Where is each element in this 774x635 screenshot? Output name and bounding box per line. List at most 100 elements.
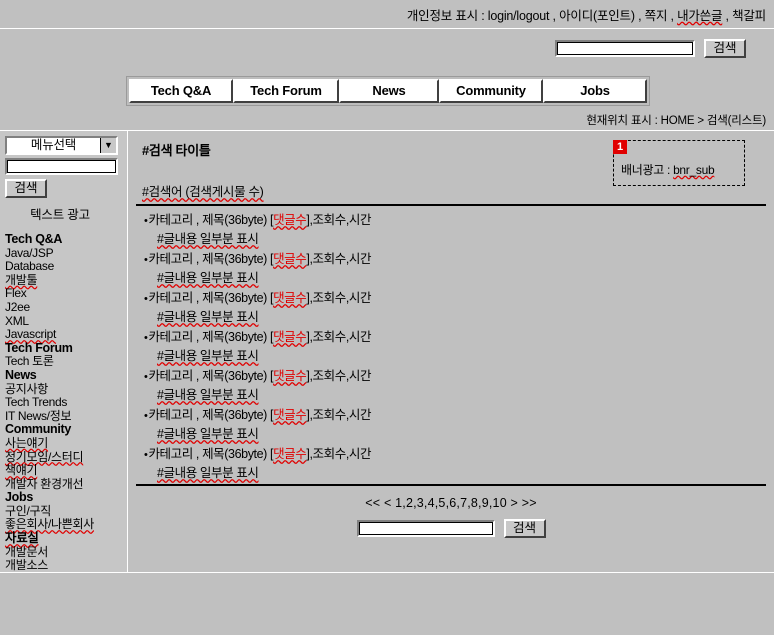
- result-title[interactable]: 카테고리 , 제목(36byte) [댓글수],조회수,시간: [144, 328, 766, 347]
- result-snippet: #글내용 일부분 표시: [157, 349, 259, 363]
- chevron-down-icon: ▼: [100, 138, 116, 153]
- tab-jobs[interactable]: Jobs: [543, 79, 647, 103]
- result-title-suffix: ],조회수,시간: [306, 213, 372, 227]
- sidebar-item-book-talk[interactable]: 책얘기: [5, 463, 123, 478]
- account-links: 개인정보 표시 : login/logout , 아이디(포인트) , 쪽지 ,…: [407, 5, 766, 24]
- result-title-suffix: ],조회수,시간: [306, 447, 372, 461]
- result-snippet: #글내용 일부분 표시: [157, 232, 259, 246]
- result-comment-count: 댓글수: [273, 291, 307, 305]
- pagination-prev[interactable]: <: [384, 496, 392, 510]
- sidebar-heading-archive[interactable]: 자료실: [5, 531, 123, 546]
- nav-tab-strip: Tech Q&A Tech Forum News Community Jobs: [126, 76, 650, 106]
- result-title[interactable]: 카테고리 , 제목(36byte) [댓글수],조회수,시간: [144, 250, 766, 269]
- sidebar-item-life-stories[interactable]: 사는얘기: [5, 436, 123, 451]
- result-snippet: #글내용 일부분 표시: [157, 310, 259, 324]
- table-row: 카테고리 , 제목(36byte) [댓글수],조회수,시간 #글내용 일부분 …: [144, 328, 766, 367]
- sidebar-item-dev-environment[interactable]: 개발자 환경개선: [5, 477, 123, 492]
- result-title-prefix: 카테고리 , 제목(36byte) [: [148, 213, 274, 227]
- result-comment-count: 댓글수: [273, 408, 307, 422]
- result-comment-count: 댓글수: [273, 330, 307, 344]
- table-row: 카테고리 , 제목(36byte) [댓글수],조회수,시간 #글내용 일부분 …: [144, 445, 766, 484]
- footer: [0, 573, 774, 619]
- sidebar-search-input[interactable]: [5, 158, 118, 175]
- breadcrumb: 현재위치 표시 : HOME > 검색(리스트): [0, 115, 774, 130]
- tab-news[interactable]: News: [339, 79, 439, 103]
- sidebar-heading-community[interactable]: Community: [5, 423, 123, 437]
- menu-select-dropdown[interactable]: 메뉴선택 ▼: [5, 136, 118, 155]
- sidebar-item-tech-trends[interactable]: Tech Trends: [5, 396, 123, 410]
- page-body: 메뉴선택 ▼ 검색 텍스트 광고 Tech Q&A Java/JSP Datab…: [0, 131, 774, 572]
- text-ad-label: 텍스트 광고: [30, 208, 90, 222]
- sidebar-item-dev-source[interactable]: 개발소스: [5, 559, 123, 572]
- account-links-prefix: 개인정보 표시 : login/logout , 아이디(포인트) , 쪽지 ,: [406, 8, 678, 23]
- result-title-suffix: ],조회수,시간: [306, 291, 372, 305]
- sidebar-item-job-offers[interactable]: 구인/구직: [5, 504, 123, 519]
- result-comment-count: 댓글수: [273, 369, 307, 383]
- result-snippet: #글내용 일부분 표시: [157, 271, 259, 285]
- sidebar-heading-tech-qa[interactable]: Tech Q&A: [5, 232, 123, 247]
- table-row: 카테고리 , 제목(36byte) [댓글수],조회수,시간 #글내용 일부분 …: [144, 211, 766, 250]
- banner-ad-badge: 1: [613, 140, 627, 154]
- result-title-prefix: 카테고리 , 제목(36byte) [: [148, 447, 274, 461]
- account-links-suffix: , 책갈피: [722, 8, 767, 23]
- table-row: 카테고리 , 제목(36byte) [댓글수],조회수,시간 #글내용 일부분 …: [144, 367, 766, 406]
- tab-tech-forum[interactable]: Tech Forum: [233, 79, 339, 103]
- result-title-prefix: 카테고리 , 제목(36byte) [: [148, 369, 274, 383]
- result-snippet: #글내용 일부분 표시: [157, 466, 259, 480]
- sidebar-item-database[interactable]: Database: [5, 260, 123, 274]
- menu-select-label: 메뉴선택: [30, 138, 77, 152]
- primary-navigation: Tech Q&A Tech Forum News Community Jobs: [0, 67, 774, 115]
- sidebar: 메뉴선택 ▼ 검색 텍스트 광고 Tech Q&A Java/JSP Datab…: [0, 131, 128, 572]
- banner-ad-label: 배너광고 : bnr_sub: [621, 161, 715, 178]
- result-comment-count: 댓글수: [273, 252, 307, 266]
- pagination-last[interactable]: >>: [522, 496, 537, 510]
- bottom-search-button[interactable]: 검색: [503, 519, 546, 538]
- sidebar-heading-jobs[interactable]: Jobs: [5, 491, 123, 505]
- table-row: 카테고리 , 제목(36byte) [댓글수],조회수,시간 #글내용 일부분 …: [144, 250, 766, 289]
- pagination-first[interactable]: <<: [365, 496, 380, 510]
- result-title[interactable]: 카테고리 , 제목(36byte) [댓글수],조회수,시간: [144, 406, 766, 425]
- result-title[interactable]: 카테고리 , 제목(36byte) [댓글수],조회수,시간: [144, 445, 766, 464]
- tab-tech-qa[interactable]: Tech Q&A: [129, 79, 233, 103]
- bottom-search-input[interactable]: [356, 520, 495, 537]
- header-search-input[interactable]: [555, 39, 695, 57]
- sidebar-item-j2ee[interactable]: J2ee: [5, 300, 123, 315]
- result-comment-count: 댓글수: [273, 213, 307, 227]
- result-title-prefix: 카테고리 , 제목(36byte) [: [148, 408, 274, 422]
- result-title-prefix: 카테고리 , 제목(36byte) [: [148, 330, 274, 344]
- result-title-suffix: ],조회수,시간: [306, 369, 372, 383]
- sidebar-category-list: Tech Q&A Java/JSP Database 개발툴 Flex J2ee…: [5, 232, 123, 572]
- result-title[interactable]: 카테고리 , 제목(36byte) [댓글수],조회수,시간: [144, 367, 766, 386]
- sidebar-heading-news[interactable]: News: [5, 368, 123, 383]
- banner-ad-placeholder[interactable]: 1 배너광고 : bnr_sub: [613, 140, 745, 186]
- tab-community[interactable]: Community: [439, 79, 543, 103]
- sidebar-item-xml[interactable]: XML: [5, 314, 123, 329]
- search-keyword-token: #검색어 (검색게시물 수): [142, 185, 264, 199]
- table-row: 카테고리 , 제목(36byte) [댓글수],조회수,시간 #글내용 일부분 …: [144, 406, 766, 445]
- account-link-my-posts[interactable]: 내가쓴글: [677, 9, 722, 23]
- search-results-list: 카테고리 , 제목(36byte) [댓글수],조회수,시간 #글내용 일부분 …: [136, 206, 766, 484]
- main-content: #검색 타이틀 1 배너광고 : bnr_sub #검색어 (검색게시물 수) …: [132, 131, 774, 572]
- sidebar-item-notice[interactable]: 공지사항: [5, 382, 123, 397]
- sidebar-item-devtools[interactable]: 개발툴: [5, 273, 123, 288]
- header-search-button[interactable]: 검색: [704, 38, 746, 58]
- sidebar-item-javascript[interactable]: Javascript: [5, 328, 123, 342]
- sidebar-item-it-news[interactable]: IT News/정보: [5, 409, 123, 424]
- sidebar-heading-tech-forum[interactable]: Tech Forum: [5, 341, 123, 356]
- sidebar-item-tech-discussion[interactable]: Tech 토론: [5, 355, 123, 369]
- result-title-prefix: 카테고리 , 제목(36byte) [: [148, 291, 274, 305]
- sidebar-search-button[interactable]: 검색: [5, 179, 47, 198]
- pagination-pages[interactable]: 1,2,3,4,5,6,7,8,9,10: [395, 496, 507, 510]
- sidebar-item-java-jsp[interactable]: Java/JSP: [5, 246, 123, 261]
- result-title[interactable]: 카테고리 , 제목(36byte) [댓글수],조회수,시간: [144, 289, 766, 308]
- sidebar-item-dev-docs[interactable]: 개발문서: [5, 545, 123, 560]
- result-title-suffix: ],조회수,시간: [306, 408, 372, 422]
- result-title-suffix: ],조회수,시간: [306, 330, 372, 344]
- sidebar-item-flex[interactable]: Flex: [5, 287, 123, 301]
- result-title[interactable]: 카테고리 , 제목(36byte) [댓글수],조회수,시간: [144, 211, 766, 230]
- result-snippet: #글내용 일부분 표시: [157, 388, 259, 402]
- top-utility-bar: 개인정보 표시 : login/logout , 아이디(포인트) , 쪽지 ,…: [0, 0, 774, 28]
- pagination-next[interactable]: >: [511, 496, 519, 510]
- result-title-prefix: 카테고리 , 제목(36byte) [: [148, 252, 274, 266]
- banner-ad-code: bnr_sub: [673, 163, 715, 177]
